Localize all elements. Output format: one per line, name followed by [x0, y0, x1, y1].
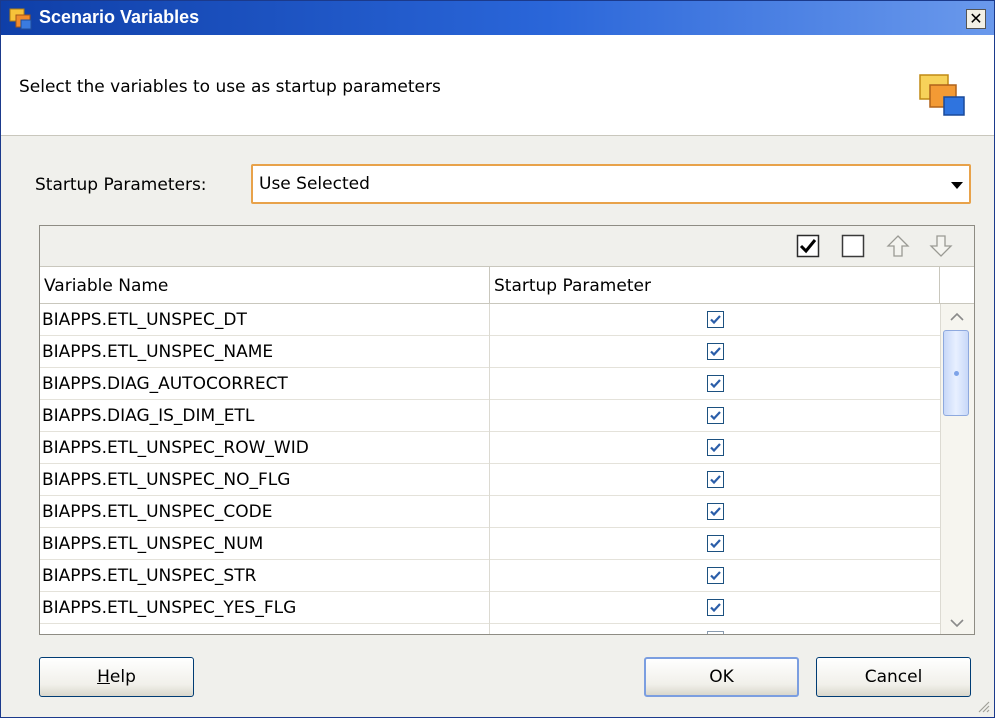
startup-parameter-checkbox[interactable] [707, 471, 724, 488]
column-header-variable-name[interactable]: Variable Name [40, 266, 490, 304]
instruction-text: Select the variables to use as startup p… [19, 77, 441, 97]
table-row[interactable]: BIAPPS.ETL_UNSPEC_NUM [40, 528, 940, 560]
variable-name-cell [40, 624, 490, 634]
table-row[interactable]: BIAPPS.ETL_UNSPEC_YES_FLG [40, 592, 940, 624]
check-mark-icon [710, 507, 721, 517]
close-button[interactable]: ✕ [966, 9, 986, 29]
move-down-icon[interactable] [929, 234, 953, 258]
startup-parameter-cell [490, 624, 940, 634]
table-row[interactable]: BIAPPS.ETL_UNSPEC_STR [40, 560, 940, 592]
variable-name-cell: BIAPPS.ETL_UNSPEC_CODE [40, 496, 490, 528]
check-mark-icon [710, 315, 721, 325]
check-mark-icon [710, 379, 721, 389]
table-body: BIAPPS.ETL_UNSPEC_DT BIAPPS.ETL_UNSPEC_N… [40, 304, 940, 634]
startup-parameter-checkbox[interactable] [707, 375, 724, 392]
table-row-partial[interactable] [40, 624, 940, 634]
table-row[interactable]: BIAPPS.DIAG_IS_DIM_ETL [40, 400, 940, 432]
cancel-button[interactable]: Cancel [816, 657, 971, 697]
app-icon [9, 8, 32, 30]
startup-parameters-select[interactable]: Use Selected [251, 164, 971, 204]
startup-parameter-checkbox[interactable] [707, 439, 724, 456]
check-mark-icon [710, 411, 721, 421]
variable-name-cell: BIAPPS.ETL_UNSPEC_NO_FLG [40, 464, 490, 496]
variable-name-cell: BIAPPS.DIAG_AUTOCORRECT [40, 368, 490, 400]
move-up-icon[interactable] [886, 234, 910, 258]
check-mark-icon [710, 443, 721, 453]
help-button[interactable]: Help [39, 657, 194, 697]
table-row[interactable]: BIAPPS.ETL_UNSPEC_DT [40, 304, 940, 336]
startup-parameter-cell [490, 336, 940, 368]
startup-parameters-value: Use Selected [259, 174, 370, 194]
dropdown-arrow-icon[interactable] [951, 182, 963, 189]
variable-name-cell: BIAPPS.ETL_UNSPEC_DT [40, 304, 490, 336]
variable-name-cell: BIAPPS.DIAG_IS_DIM_ETL [40, 400, 490, 432]
ok-button[interactable]: OK [644, 657, 799, 697]
startup-parameter-checkbox[interactable] [707, 535, 724, 552]
startup-parameter-cell [490, 592, 940, 624]
startup-parameter-checkbox[interactable] [707, 311, 724, 328]
startup-parameters-label: Startup Parameters: [35, 175, 207, 195]
variable-name-cell: BIAPPS.ETL_UNSPEC_NAME [40, 336, 490, 368]
scroll-down-icon[interactable] [949, 616, 965, 630]
table-row[interactable]: BIAPPS.ETL_UNSPEC_NO_FLG [40, 464, 940, 496]
resize-grip-icon[interactable] [976, 699, 990, 713]
startup-parameter-cell [490, 400, 940, 432]
dialog-header: Select the variables to use as startup p… [1, 35, 994, 136]
scenario-variables-dialog: Scenario Variables ✕ Select the variable… [0, 0, 995, 718]
uncheck-all-icon[interactable] [841, 234, 865, 258]
table-row[interactable]: BIAPPS.ETL_UNSPEC_NAME [40, 336, 940, 368]
variable-name-cell: BIAPPS.ETL_UNSPEC_YES_FLG [40, 592, 490, 624]
check-mark-icon [710, 571, 721, 581]
startup-parameter-cell [490, 368, 940, 400]
check-mark-icon [710, 539, 721, 549]
header-corner [940, 266, 974, 304]
variables-panel: Variable Name Startup Parameter BIAPPS.E… [39, 225, 975, 635]
startup-parameter-checkbox[interactable] [707, 343, 724, 360]
variable-name-cell: BIAPPS.ETL_UNSPEC_STR [40, 560, 490, 592]
table-row[interactable]: BIAPPS.DIAG_AUTOCORRECT [40, 368, 940, 400]
startup-parameter-cell [490, 464, 940, 496]
window-title: Scenario Variables [39, 7, 200, 27]
vertical-scrollbar[interactable] [940, 304, 974, 634]
check-all-icon[interactable] [796, 234, 820, 258]
column-header-startup-parameter[interactable]: Startup Parameter [490, 266, 940, 304]
table-toolbar [40, 226, 974, 266]
check-mark-icon [710, 347, 721, 357]
table-row[interactable]: BIAPPS.ETL_UNSPEC_ROW_WID [40, 432, 940, 464]
variable-name-cell: BIAPPS.ETL_UNSPEC_ROW_WID [40, 432, 490, 464]
startup-parameter-checkbox-partial[interactable] [707, 631, 724, 634]
table-row[interactable]: BIAPPS.ETL_UNSPEC_CODE [40, 496, 940, 528]
check-mark-icon [710, 603, 721, 613]
startup-parameter-cell [490, 304, 940, 336]
startup-parameter-checkbox[interactable] [707, 503, 724, 520]
title-bar[interactable]: Scenario Variables ✕ [1, 1, 994, 35]
startup-parameter-checkbox[interactable] [707, 599, 724, 616]
thumb-grip-icon [954, 371, 959, 376]
scenario-icon [919, 74, 965, 116]
startup-parameter-cell [490, 560, 940, 592]
startup-parameter-cell [490, 432, 940, 464]
check-mark-icon [710, 475, 721, 485]
scrollbar-thumb[interactable] [943, 330, 969, 416]
startup-parameter-checkbox[interactable] [707, 567, 724, 584]
close-icon: ✕ [969, 9, 983, 28]
startup-parameter-cell [490, 528, 940, 560]
startup-parameter-cell [490, 496, 940, 528]
scroll-up-icon[interactable] [949, 310, 965, 324]
variable-name-cell: BIAPPS.ETL_UNSPEC_NUM [40, 528, 490, 560]
startup-parameter-checkbox[interactable] [707, 407, 724, 424]
